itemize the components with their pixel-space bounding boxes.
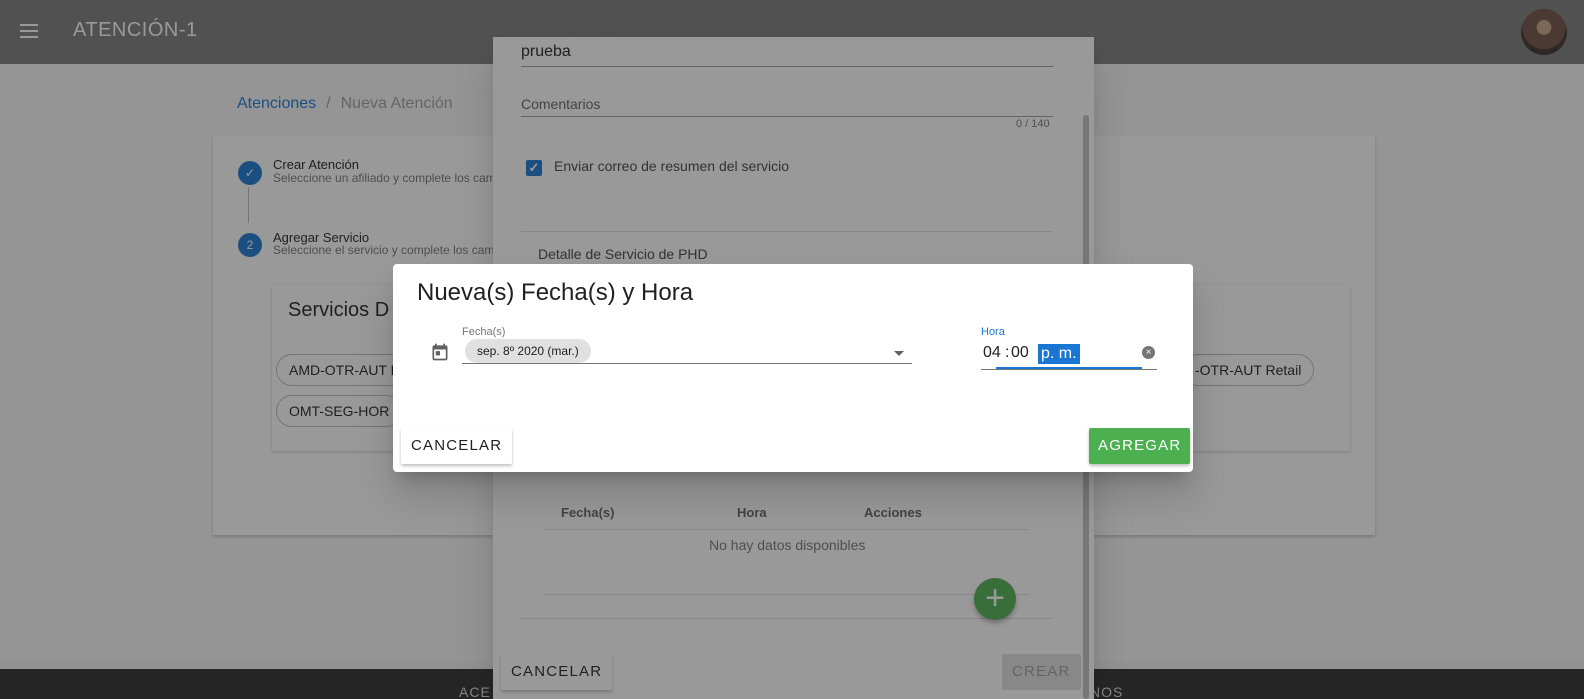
calendar-icon[interactable] <box>430 342 450 362</box>
date-field-label: Fecha(s) <box>462 326 506 338</box>
time-field[interactable] <box>981 369 1157 370</box>
time-minutes[interactable]: 00 <box>1011 344 1029 362</box>
dropdown-caret-icon[interactable] <box>894 351 904 356</box>
dialog-cancel-button[interactable]: CANCELAR <box>401 428 513 464</box>
selected-date-chip[interactable]: sep. 8º 2020 (mar.) <box>465 339 591 363</box>
date-field[interactable] <box>462 363 912 364</box>
time-hours[interactable]: 04 <box>983 344 1001 362</box>
add-button[interactable]: AGREGAR <box>1089 428 1191 464</box>
time-separator: : <box>1005 344 1010 361</box>
time-field-focus-bar <box>996 367 1142 369</box>
clear-icon[interactable]: × <box>1142 346 1155 359</box>
time-ampm[interactable]: p. m. <box>1038 344 1080 364</box>
time-field-label: Hora <box>981 326 1005 338</box>
dialog-title: Nueva(s) Fecha(s) y Hora <box>417 279 694 306</box>
